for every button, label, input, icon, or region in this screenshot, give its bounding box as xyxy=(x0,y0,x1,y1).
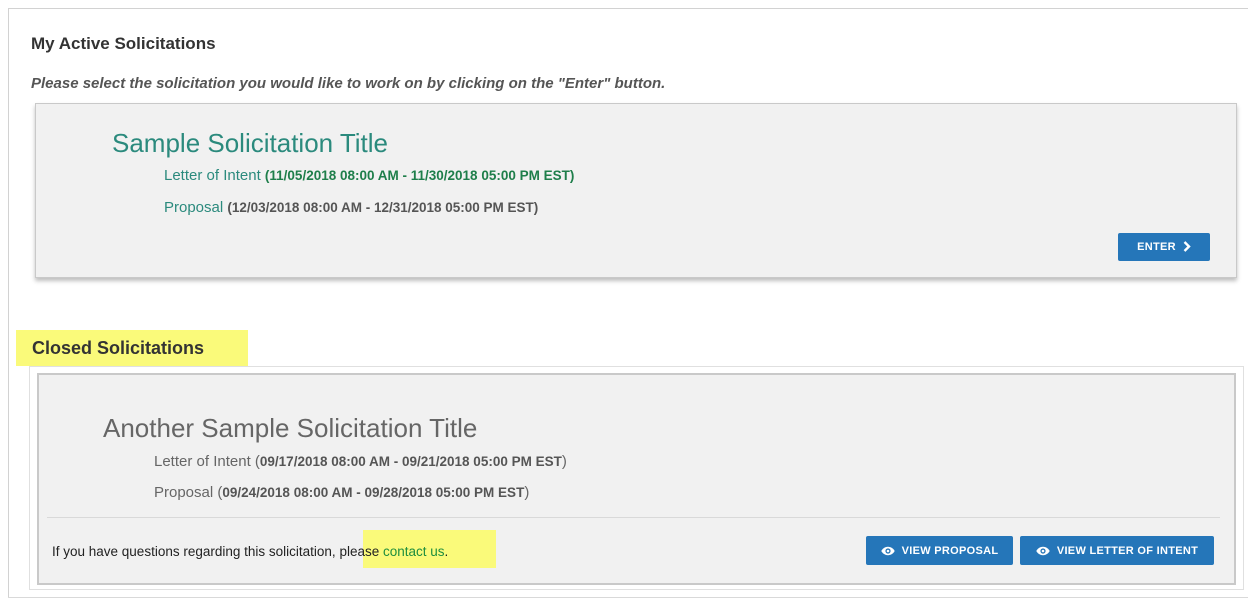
active-proposal-label: Proposal xyxy=(164,199,224,216)
view-proposal-label: VIEW PROPOSAL xyxy=(901,544,999,557)
enter-button[interactable]: ENTER xyxy=(1118,233,1210,261)
closed-proposal-row: Proposal (09/24/2018 08:00 AM - 09/28/20… xyxy=(154,484,530,501)
enter-button-label: ENTER xyxy=(1137,241,1176,253)
questions-text: If you have questions regarding this sol… xyxy=(52,544,449,559)
closed-loi-row: Letter of Intent (09/17/2018 08:00 AM - … xyxy=(154,453,567,470)
instructions-text: Please select the solicitation you would… xyxy=(31,75,666,92)
view-letter-of-intent-label: VIEW LETTER OF INTENT xyxy=(1056,544,1199,557)
page-frame-bottom-border xyxy=(8,597,1248,598)
closed-proposal-dates: 09/24/2018 08:00 AM - 09/28/2018 05:00 P… xyxy=(222,485,525,500)
active-loi-row: Letter of Intent (11/05/2018 08:00 AM - … xyxy=(164,167,574,184)
closed-proposal-label: Proposal xyxy=(154,484,214,501)
active-loi-dates: (11/05/2018 08:00 AM - 11/30/2018 05:00 … xyxy=(264,168,575,183)
active-solicitations-heading: My Active Solicitations xyxy=(31,34,216,53)
chevron-right-icon xyxy=(1183,240,1191,255)
closed-card-divider xyxy=(47,517,1220,518)
questions-prefix: If you have questions regarding this sol… xyxy=(52,544,336,559)
closed-loi-dates: 09/17/2018 08:00 AM - 09/21/2018 05:00 P… xyxy=(259,454,562,469)
active-proposal-row: Proposal (12/03/2018 08:00 AM - 12/31/20… xyxy=(164,199,538,216)
view-letter-of-intent-button[interactable]: VIEW LETTER OF INTENT xyxy=(1020,536,1214,565)
closed-loi-label: Letter of Intent xyxy=(154,453,251,470)
eye-icon xyxy=(1036,546,1050,555)
closed-solicitation-title: Another Sample Solicitation Title xyxy=(103,413,478,443)
closed-solicitations-heading: Closed Solicitations xyxy=(16,330,248,366)
view-proposal-button[interactable]: VIEW PROPOSAL xyxy=(866,536,1013,565)
contact-us-link[interactable]: contact us xyxy=(383,544,445,559)
questions-please: please xyxy=(339,544,380,559)
active-solicitation-title: Sample Solicitation Title xyxy=(112,128,389,158)
eye-icon xyxy=(880,546,895,555)
active-proposal-dates: (12/03/2018 08:00 AM - 12/31/2018 05:00 … xyxy=(227,200,539,215)
active-loi-label: Letter of Intent xyxy=(164,167,261,184)
